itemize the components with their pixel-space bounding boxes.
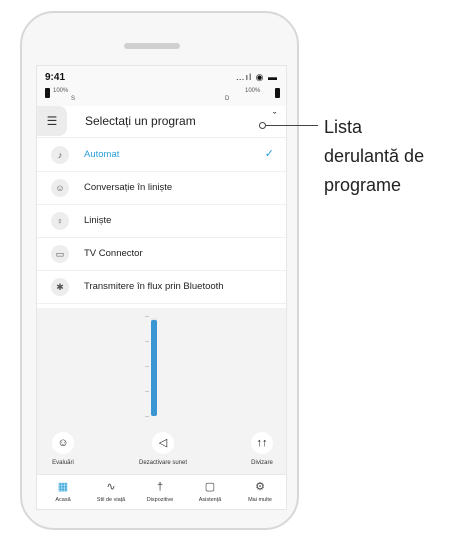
status-bar: 9:41 …ıl ◉ ▬ 100% S D 100% [37, 66, 286, 106]
volume-slider-fill[interactable] [151, 319, 157, 416]
smiley-icon: ☺ [52, 432, 74, 454]
left-battery-percent: 100% [53, 88, 69, 94]
program-selector-title[interactable]: Selectați un program [85, 114, 196, 128]
program-label: Conversație în liniște [84, 182, 173, 193]
tab-label: Acasă [55, 497, 71, 503]
split-button[interactable]: ↑↑ Divizare [242, 432, 282, 466]
ratings-button[interactable]: ☺ Evaluări [43, 432, 83, 466]
program-selector-header[interactable]: ☰ Selectați un program ˇ [37, 106, 286, 138]
split-icon: ↑↑ [251, 432, 273, 454]
tab-bar: ▦ Acasă ∿ Stil de viață † Dispozitive ▢ … [37, 474, 286, 509]
volume-ticks [145, 316, 149, 418]
split-label: Divizare [251, 460, 273, 466]
ratings-label: Evaluări [52, 460, 74, 466]
gear-icon: ⚙ [255, 481, 265, 493]
program-item-conversatie[interactable]: ☺ Conversație în liniște [37, 172, 286, 205]
program-label: Liniște [84, 215, 112, 226]
callout-line-1: Lista [324, 117, 363, 137]
tab-lifestyle[interactable]: ∿ Stil de viață [88, 480, 134, 503]
right-battery-icon [275, 88, 280, 98]
callout-line [262, 125, 318, 126]
volume-slider[interactable] [151, 318, 157, 416]
program-item-automat[interactable]: ♪ Automat ✓ [37, 139, 286, 172]
grid-icon: ▦ [57, 481, 69, 493]
mute-button[interactable]: ◁ Dezactivare sunet [133, 432, 193, 466]
conversation-icon: ☺ [51, 179, 69, 197]
program-item-tv-connector[interactable]: ▭ TV Connector [37, 238, 286, 271]
volume-tick [145, 316, 149, 317]
tab-label: Stil de viață [96, 497, 126, 503]
callout-label: Lista derulantă de programe [324, 113, 424, 200]
tab-support[interactable]: ▢ Asistență [187, 480, 233, 503]
volume-tick [145, 416, 149, 417]
chat-icon: ▢ [204, 481, 216, 493]
volume-area [37, 308, 286, 426]
volume-tick [145, 391, 149, 392]
right-battery-percent: 100% [245, 88, 261, 94]
callout-dot [259, 122, 266, 129]
ear-auto-icon: ♪ [51, 146, 69, 164]
phone-frame: 9:41 …ıl ◉ ▬ 100% S D 100% ☰ Selectați u… [20, 11, 299, 530]
pulse-icon: ∿ [106, 481, 116, 493]
action-row: ☺ Evaluări ◁ Dezactivare sunet ↑↑ Diviza… [37, 426, 286, 474]
program-label: Transmitere în flux prin Bluetooth [84, 281, 224, 292]
program-item-bluetooth[interactable]: ✱ Transmitere în flux prin Bluetooth [37, 271, 286, 304]
callout-line-3: programe [324, 175, 402, 195]
left-battery-icon [45, 88, 50, 98]
tab-label: Asistență [198, 497, 222, 503]
program-item-liniste[interactable]: ♀ Liniște [37, 205, 286, 238]
volume-tick [145, 366, 149, 367]
chevron-down-icon[interactable]: ˇ [273, 111, 276, 121]
program-label: TV Connector [84, 248, 143, 259]
right-side-label: D [225, 96, 230, 102]
mute-label: Dezactivare sunet [138, 460, 188, 466]
tab-devices[interactable]: † Dispozitive [137, 480, 183, 503]
tab-label: Dispozitive [146, 497, 174, 503]
hearing-aid-icon: † [156, 481, 164, 493]
bluetooth-icon: ✱ [51, 278, 69, 296]
callout-line-2: derulantă de [324, 146, 425, 166]
person-calm-icon: ♀ [51, 212, 69, 230]
tab-label: Mai multe [248, 497, 272, 503]
phone-speaker [124, 43, 180, 49]
volume-tick [145, 341, 149, 342]
speaker-icon: ◁ [152, 432, 174, 454]
menu-icon[interactable]: ☰ [37, 106, 67, 136]
tab-home[interactable]: ▦ Acasă [40, 480, 86, 503]
tab-more[interactable]: ⚙ Mai multe [237, 480, 283, 503]
system-icons: …ıl ◉ ▬ [235, 72, 278, 82]
checkmark-icon: ✓ [264, 148, 274, 160]
status-time: 9:41 [45, 72, 66, 83]
program-list: ♪ Automat ✓ ☺ Conversație în liniște ♀ L… [37, 139, 286, 304]
left-side-label: S [71, 96, 76, 102]
app-screen: 9:41 …ıl ◉ ▬ 100% S D 100% ☰ Selectați u… [36, 65, 287, 510]
tv-icon: ▭ [51, 245, 69, 263]
program-label: Automat [84, 149, 120, 160]
